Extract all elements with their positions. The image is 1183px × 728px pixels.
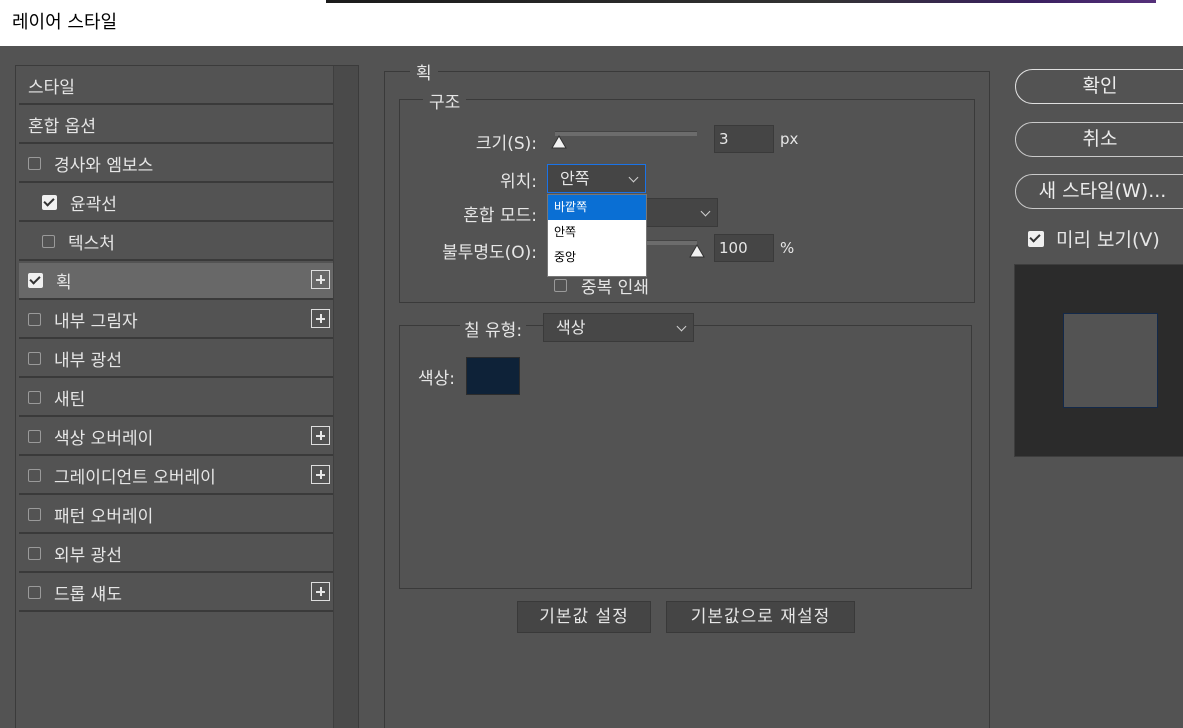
style-list-item[interactable]: 드롭 섀도 [19,575,333,612]
stroke-section-title: 획 [410,59,438,84]
dropdown-option-center[interactable]: 중앙 [548,245,646,270]
fill-type-value: 색상 [556,318,586,337]
style-list-item-label: 스타일 [28,78,75,98]
preview-label: 미리 보기(V) [1056,229,1160,251]
style-list-item-label: 색상 오버레이 [54,429,154,449]
style-checkbox[interactable] [28,352,41,365]
style-list-item-label: 새틴 [54,390,86,410]
style-list-item-label: 외부 광선 [54,546,122,566]
style-list-item[interactable]: 혼합 옵션 [19,107,333,144]
style-list-item-label: 경사와 엠보스 [54,156,154,176]
style-list-item-label: 패턴 오버레이 [54,507,154,527]
style-checkbox[interactable] [28,586,41,599]
style-list-item[interactable]: 내부 광선 [19,341,333,378]
style-list-item[interactable]: 내부 그림자 [19,302,333,339]
style-checkbox[interactable] [42,195,57,210]
new-style-button[interactable]: 새 스타일(W)... [1015,174,1183,209]
preview-checkbox[interactable] [1028,230,1044,247]
style-preview [1014,264,1183,457]
style-checkbox[interactable] [28,273,43,288]
position-label: 위치: [499,172,537,192]
add-effect-icon[interactable] [311,270,330,289]
style-checkbox[interactable] [28,469,41,482]
styles-list-scrollbar[interactable] [333,66,358,728]
add-effect-icon[interactable] [311,309,330,328]
structure-group-title: 구조 [423,88,467,113]
styles-list: 스타일혼합 옵션경사와 엠보스윤곽선텍스처획내부 그림자내부 광선새틴색상 오버… [15,65,359,728]
style-checkbox[interactable] [28,391,41,404]
add-effect-icon[interactable] [311,582,330,601]
opacity-unit: % [780,239,795,257]
reset-to-default-button[interactable]: 기본값으로 재설정 [666,601,855,633]
style-list-item[interactable]: 경사와 엠보스 [19,146,333,183]
dropdown-option-outside[interactable]: 바깥쪽 [548,195,646,220]
preview-thumbnail [1063,313,1158,408]
style-list-item-label: 내부 그림자 [54,312,138,332]
chevron-down-icon [628,172,639,183]
style-list-item-label: 내부 광선 [54,351,122,371]
position-select[interactable]: 안쪽 [547,164,646,193]
style-checkbox[interactable] [28,313,41,326]
style-list-item-label: 텍스처 [68,234,115,254]
add-effect-icon[interactable] [311,426,330,445]
style-checkbox[interactable] [28,430,41,443]
style-checkbox[interactable] [42,235,55,248]
title-bar: 레이어 스타일 [0,0,1183,46]
add-effect-icon[interactable] [311,465,330,484]
style-list-item-label: 획 [56,273,72,293]
style-list-item[interactable]: 새틴 [19,380,333,417]
style-list-item[interactable]: 획 [19,263,333,300]
cancel-button[interactable]: 취소 [1015,122,1183,157]
style-list-item[interactable]: 윤곽선 [19,185,333,222]
fill-type-label: 칠 유형: [460,316,527,341]
overprint-checkbox[interactable] [554,279,567,292]
opacity-label: 불투명도(O): [442,243,537,263]
color-label: 색상: [418,369,456,389]
style-checkbox[interactable] [28,157,41,170]
style-list-item-label: 드롭 섀도 [54,585,122,605]
size-label: 크기(S): [475,134,537,154]
size-slider-track[interactable] [555,131,697,136]
stroke-color-swatch[interactable] [466,357,520,395]
style-list-item-label: 혼합 옵션 [28,117,96,137]
background-app-strip [326,0,1156,3]
style-list-item-label: 그레이디언트 오버레이 [54,468,216,488]
position-dropdown: 바깥쪽 안쪽 중앙 [547,194,647,277]
blend-mode-label: 혼합 모드: [463,206,537,226]
style-checkbox[interactable] [28,547,41,560]
opacity-input[interactable]: 100 [714,234,774,262]
style-list-item[interactable]: 외부 광선 [19,536,333,573]
style-list-item[interactable]: 스타일 [19,68,333,105]
size-unit: px [780,130,799,148]
style-list-item[interactable]: 텍스처 [19,224,333,261]
style-list-item-label: 윤곽선 [70,195,117,215]
chevron-down-icon [700,206,711,217]
chevron-down-icon [676,321,687,332]
style-list-item[interactable]: 그레이디언트 오버레이 [19,458,333,495]
style-list-item[interactable]: 패턴 오버레이 [19,497,333,534]
position-select-value: 안쪽 [560,169,590,188]
size-input[interactable]: 3 [714,125,774,153]
preview-option[interactable]: 미리 보기(V) [1028,225,1160,252]
style-list-item[interactable]: 색상 오버레이 [19,419,333,456]
style-checkbox[interactable] [28,508,41,521]
fill-type-select[interactable]: 색상 [543,313,694,342]
dialog-title: 레이어 스타일 [12,12,118,33]
ok-button[interactable]: 확인 [1015,69,1183,104]
set-default-button[interactable]: 기본값 설정 [517,601,651,633]
dropdown-option-inside[interactable]: 안쪽 [548,220,646,245]
